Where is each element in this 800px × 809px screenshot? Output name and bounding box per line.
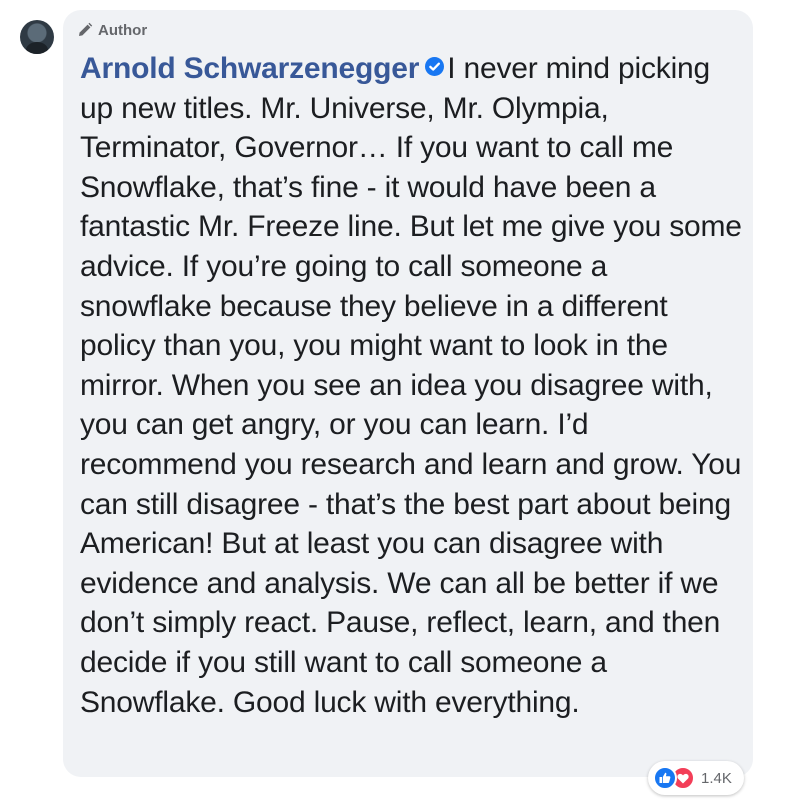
comment-bubble: Author Arnold Schwarzenegger I never mind… [63,10,753,777]
like-icon [653,766,677,790]
pencil-icon [77,22,93,38]
comment-body: Arnold Schwarzenegger I never mind pickin… [80,49,745,722]
author-name-link[interactable]: Arnold Schwarzenegger [80,52,419,85]
author-badge: Author [77,20,147,40]
avatar[interactable] [20,20,54,54]
reaction-count: 1.4K [701,769,732,787]
verified-badge-icon [425,57,445,76]
comment-text: I never mind picking up new titles. Mr. … [80,52,742,719]
author-badge-label: Author [98,21,148,39]
reactions-summary[interactable]: 1.4K [648,761,744,795]
